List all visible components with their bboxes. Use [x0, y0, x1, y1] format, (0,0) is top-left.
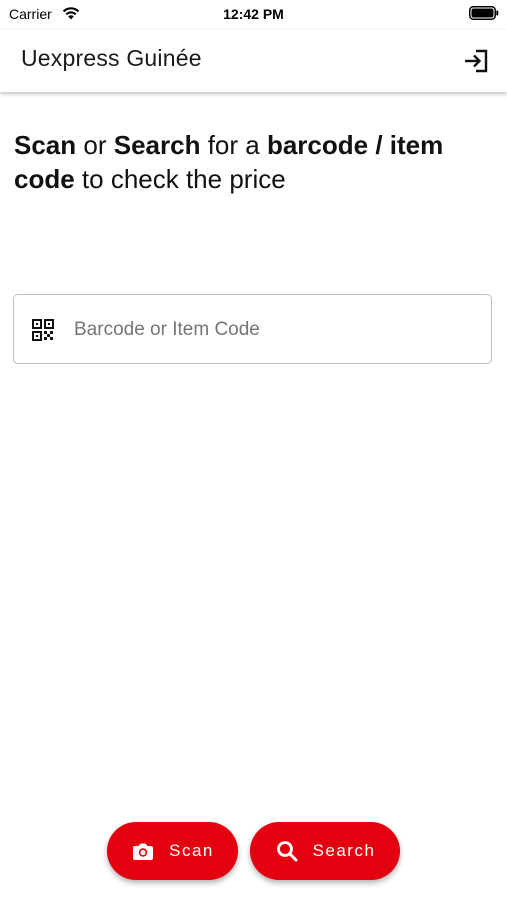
headline-scan: Scan	[14, 130, 77, 160]
app-title: Uexpress Guinée	[21, 45, 202, 71]
search-button[interactable]: Search	[250, 822, 400, 880]
headline-for-a: for a	[200, 130, 267, 160]
headline-or: or	[76, 130, 114, 160]
search-icon	[276, 841, 298, 862]
headline-check-price: to check the price	[74, 164, 286, 194]
qr-code-icon[interactable]	[32, 319, 54, 341]
scan-button-label: Scan	[169, 841, 214, 860]
barcode-search-field[interactable]	[13, 294, 492, 365]
search-button-label: Search	[312, 841, 376, 860]
headline-search: Search	[113, 130, 201, 160]
status-time: 12:42 PM	[223, 6, 284, 22]
scan-button[interactable]: Scan	[107, 822, 238, 880]
barcode-input[interactable]	[72, 295, 481, 365]
instruction-headline: Scan or Search for a barcode / item code…	[14, 128, 484, 196]
logout-icon[interactable]	[462, 46, 492, 76]
battery-icon	[469, 6, 499, 20]
app-bar: Uexpress Guinée	[0, 30, 507, 92]
camera-icon	[133, 843, 154, 860]
status-bar: Carrier 12:42 PM	[0, 0, 507, 30]
